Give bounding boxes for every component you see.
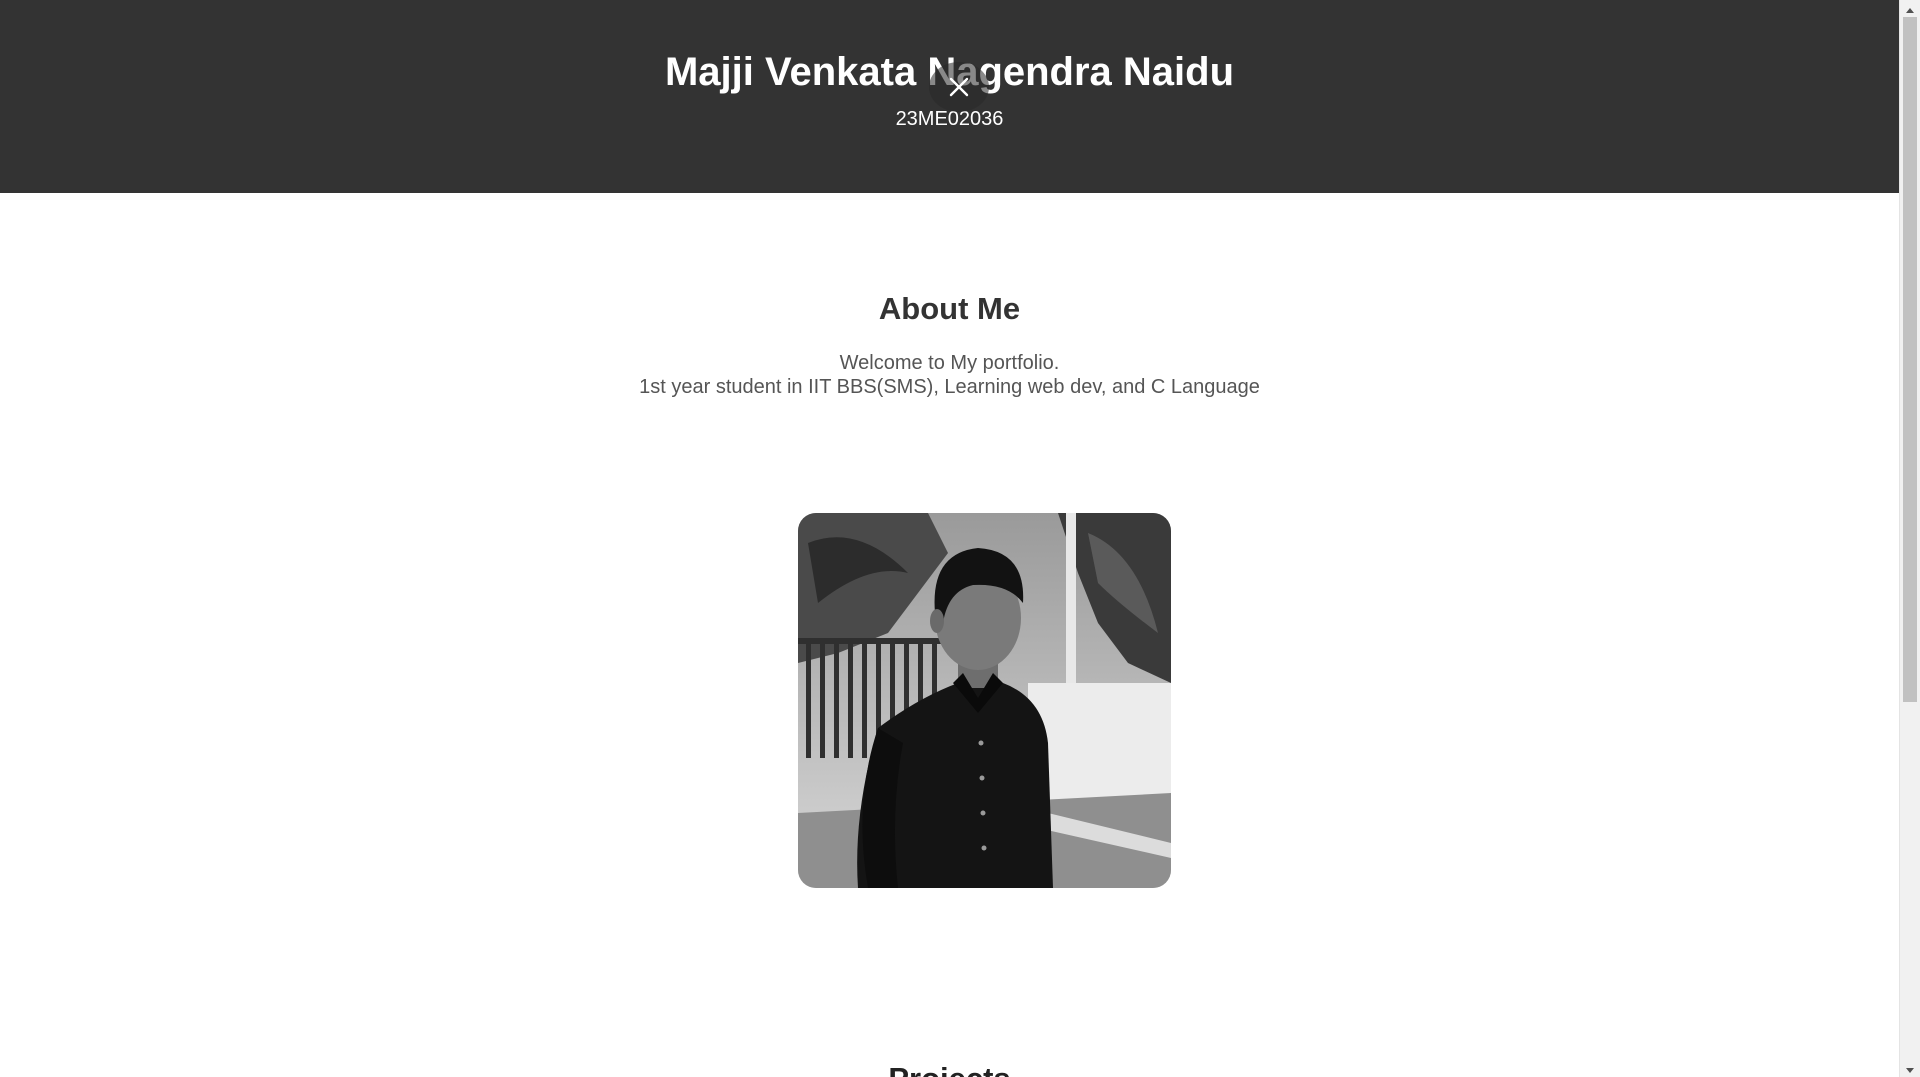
site-header: Majji Venkata Nagendra Naidu 23ME02036 xyxy=(0,0,1899,193)
browser-viewport: Majji Venkata Nagendra Naidu 23ME02036 A… xyxy=(0,0,1920,1077)
portfolio-page: Majji Venkata Nagendra Naidu 23ME02036 A… xyxy=(0,0,1899,1077)
about-line-welcome: Welcome to My portfolio. xyxy=(839,352,1060,374)
scroll-up-button[interactable] xyxy=(1900,0,1920,17)
profile-photo xyxy=(798,513,1171,888)
close-icon xyxy=(948,76,970,98)
page-scrollbar[interactable] xyxy=(1899,0,1920,1077)
about-heading: About Me xyxy=(878,291,1021,326)
about-line-student: 1st year student in IIT BBS(SMS), Learni… xyxy=(639,376,1260,398)
close-button[interactable] xyxy=(929,62,989,112)
scroll-thumb[interactable] xyxy=(1903,17,1917,702)
about-description: Welcome to My portfolio. 1st year studen… xyxy=(0,351,1899,399)
projects-heading: Projects xyxy=(0,1060,1899,1077)
scroll-down-button[interactable] xyxy=(1900,1060,1920,1077)
scroll-down-arrow-icon xyxy=(1906,1060,1914,1077)
scroll-up-arrow-icon xyxy=(1906,0,1914,18)
